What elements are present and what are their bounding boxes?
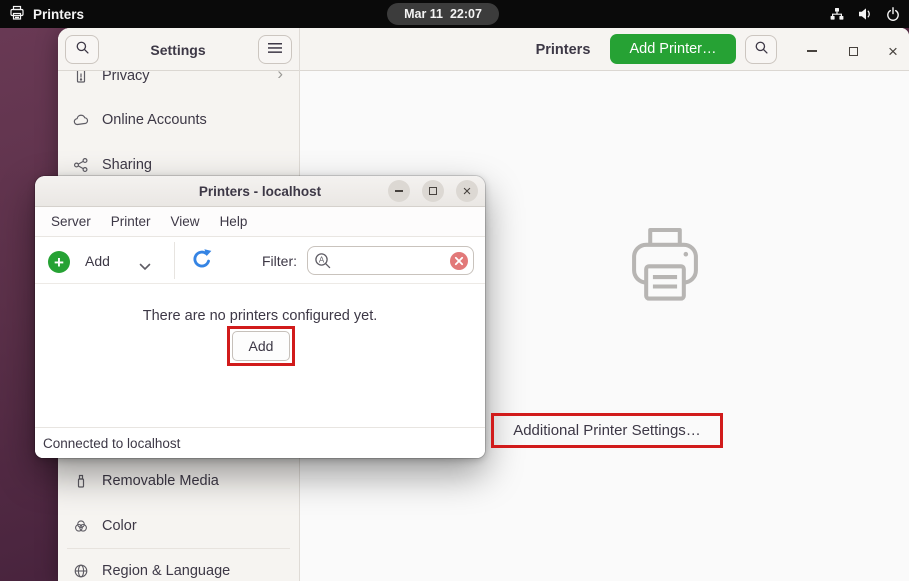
menu-view[interactable]: View bbox=[161, 207, 210, 237]
page-title: Printers bbox=[513, 28, 613, 71]
no-printers-icon bbox=[622, 226, 708, 317]
sidebar-item-label: Removable Media bbox=[102, 473, 219, 489]
dialog-title: Printers - localhost bbox=[35, 176, 485, 207]
toolbar-separator bbox=[174, 242, 175, 279]
hamburger-menu-button[interactable] bbox=[258, 35, 292, 64]
chevron-down-icon bbox=[139, 258, 151, 276]
globe-icon bbox=[73, 563, 89, 579]
refresh-button[interactable] bbox=[191, 248, 213, 277]
color-icon bbox=[73, 518, 89, 534]
network-icon bbox=[829, 6, 845, 22]
annotation-box-additional-settings bbox=[491, 413, 723, 448]
refresh-icon bbox=[191, 248, 213, 272]
sidebar-search-button[interactable] bbox=[65, 35, 99, 64]
minimize-icon bbox=[807, 50, 817, 52]
filter-label: Filter: bbox=[262, 253, 297, 269]
add-printer-button[interactable]: Add Printer… bbox=[610, 34, 736, 64]
sidebar-item-label: Sharing bbox=[102, 157, 152, 173]
svg-text:A: A bbox=[319, 255, 325, 264]
search-icon bbox=[75, 40, 90, 60]
power-icon bbox=[885, 6, 901, 22]
sidebar-title: Settings bbox=[142, 28, 214, 71]
no-printers-message: There are no printers configured yet. bbox=[35, 308, 485, 324]
close-icon: × bbox=[463, 184, 472, 199]
minimize-icon bbox=[395, 190, 403, 192]
sidebar-item-online-accounts[interactable]: Online Accounts bbox=[64, 102, 293, 138]
cloud-icon bbox=[73, 112, 89, 128]
usb-drive-icon bbox=[73, 473, 89, 489]
top-bar: Printers Mar 11 22:07 bbox=[0, 0, 909, 28]
filter-search-entry[interactable]: A bbox=[307, 246, 474, 275]
menu-help[interactable]: Help bbox=[210, 207, 258, 237]
filter-search-input[interactable] bbox=[336, 249, 444, 272]
sidebar-item-removable-media[interactable]: Removable Media bbox=[64, 463, 293, 499]
dialog-statusbar: Connected to localhost bbox=[35, 427, 485, 458]
maximize-button[interactable] bbox=[840, 38, 866, 64]
dialog-toolbar: + Add Filter: A bbox=[35, 237, 485, 284]
close-icon: × bbox=[888, 43, 898, 60]
annotation-box-add-button bbox=[227, 326, 295, 366]
active-app-menu[interactable]: Printers bbox=[9, 0, 84, 28]
sidebar-item-color[interactable]: Color bbox=[64, 508, 293, 544]
dialog-titlebar: Printers - localhost × bbox=[35, 176, 485, 207]
header-search-button[interactable] bbox=[745, 35, 777, 64]
dialog-menubar: Server Printer View Help bbox=[35, 207, 485, 237]
printer-icon bbox=[9, 5, 25, 24]
sidebar-item-label: Region & Language bbox=[102, 563, 230, 579]
dialog-close-button[interactable]: × bbox=[456, 180, 478, 202]
minimize-button[interactable] bbox=[799, 38, 825, 64]
maximize-icon bbox=[429, 187, 437, 195]
dialog-minimize-button[interactable] bbox=[388, 180, 410, 202]
find-icon: A bbox=[314, 252, 332, 275]
clock-label: Mar 11 22:07 bbox=[404, 7, 482, 21]
sidebar-item-label: Online Accounts bbox=[102, 112, 207, 128]
toolbar-add-label: Add bbox=[85, 253, 110, 269]
plus-icon: + bbox=[48, 251, 70, 273]
settings-headerbar: Settings Printers Add Printer… × bbox=[58, 28, 909, 71]
dialog-maximize-button[interactable] bbox=[422, 180, 444, 202]
menu-server[interactable]: Server bbox=[41, 207, 101, 237]
sidebar-item-label: Color bbox=[102, 518, 137, 534]
hamburger-icon bbox=[268, 41, 282, 59]
maximize-icon bbox=[849, 47, 858, 56]
volume-icon bbox=[857, 6, 873, 22]
sidebar-separator bbox=[67, 548, 290, 549]
connection-status: Connected to localhost bbox=[43, 436, 180, 451]
active-app-name: Printers bbox=[33, 7, 84, 22]
system-tray[interactable] bbox=[829, 0, 901, 28]
printers-localhost-dialog: Printers - localhost × Server Printer Vi… bbox=[35, 176, 485, 458]
menu-printer[interactable]: Printer bbox=[101, 207, 161, 237]
clear-search-icon[interactable] bbox=[450, 252, 468, 270]
search-icon bbox=[754, 40, 769, 60]
share-icon bbox=[73, 157, 89, 173]
close-button[interactable]: × bbox=[880, 38, 906, 64]
sidebar-item-region-language[interactable]: Region & Language bbox=[64, 553, 293, 581]
clock-menu[interactable]: Mar 11 22:07 bbox=[387, 3, 499, 25]
